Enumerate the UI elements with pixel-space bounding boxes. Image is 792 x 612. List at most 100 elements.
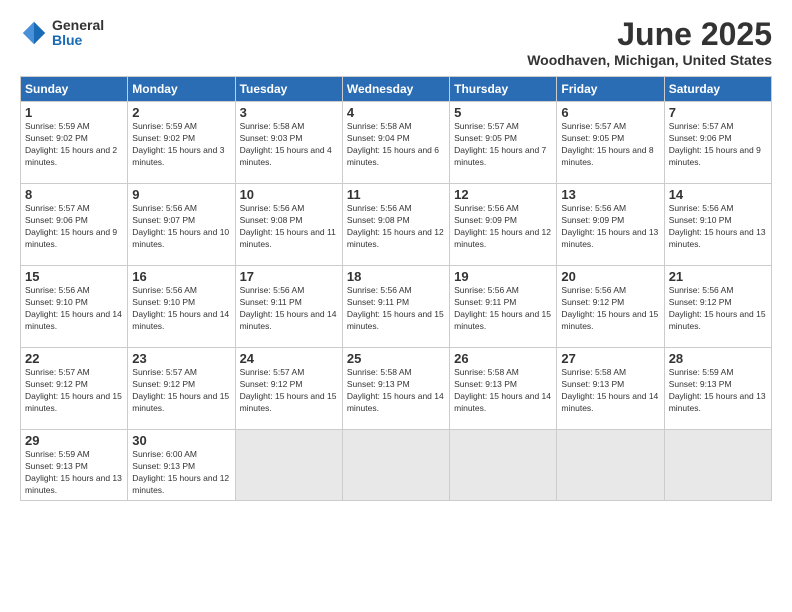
logo-text: General Blue bbox=[52, 18, 104, 49]
day-number-12: 12 bbox=[454, 187, 552, 202]
day-24: 24 Sunrise: 5:57 AMSunset: 9:12 PMDaylig… bbox=[235, 348, 342, 430]
day-19: 19 Sunrise: 5:56 AMSunset: 9:11 PMDaylig… bbox=[450, 266, 557, 348]
day-number-3: 3 bbox=[240, 105, 338, 120]
month-title: June 2025 bbox=[527, 18, 772, 50]
week-row-1: 1 Sunrise: 5:59 AMSunset: 9:02 PMDayligh… bbox=[21, 102, 772, 184]
day-number-27: 27 bbox=[561, 351, 659, 366]
day-info-14: Sunrise: 5:56 AMSunset: 9:10 PMDaylight:… bbox=[669, 203, 767, 251]
day-number-29: 29 bbox=[25, 433, 123, 448]
day-16: 16 Sunrise: 5:56 AMSunset: 9:10 PMDaylig… bbox=[128, 266, 235, 348]
day-number-5: 5 bbox=[454, 105, 552, 120]
day-number-2: 2 bbox=[132, 105, 230, 120]
header-thursday: Thursday bbox=[450, 77, 557, 102]
day-info-9: Sunrise: 5:56 AMSunset: 9:07 PMDaylight:… bbox=[132, 203, 230, 251]
day-number-4: 4 bbox=[347, 105, 445, 120]
header-friday: Friday bbox=[557, 77, 664, 102]
logo: General Blue bbox=[20, 18, 104, 49]
logo-icon bbox=[20, 19, 48, 47]
header-tuesday: Tuesday bbox=[235, 77, 342, 102]
day-18: 18 Sunrise: 5:56 AMSunset: 9:11 PMDaylig… bbox=[342, 266, 449, 348]
day-number-28: 28 bbox=[669, 351, 767, 366]
day-info-3: Sunrise: 5:58 AMSunset: 9:03 PMDaylight:… bbox=[240, 121, 338, 169]
day-30: 30 Sunrise: 6:00 AMSunset: 9:13 PMDaylig… bbox=[128, 430, 235, 501]
day-number-10: 10 bbox=[240, 187, 338, 202]
day-info-5: Sunrise: 5:57 AMSunset: 9:05 PMDaylight:… bbox=[454, 121, 552, 169]
day-26: 26 Sunrise: 5:58 AMSunset: 9:13 PMDaylig… bbox=[450, 348, 557, 430]
header: General Blue June 2025 Woodhaven, Michig… bbox=[20, 18, 772, 68]
day-28: 28 Sunrise: 5:59 AMSunset: 9:13 PMDaylig… bbox=[664, 348, 771, 430]
day-info-21: Sunrise: 5:56 AMSunset: 9:12 PMDaylight:… bbox=[669, 285, 767, 333]
day-number-20: 20 bbox=[561, 269, 659, 284]
day-info-30: Sunrise: 6:00 AMSunset: 9:13 PMDaylight:… bbox=[132, 449, 230, 497]
day-info-11: Sunrise: 5:56 AMSunset: 9:08 PMDaylight:… bbox=[347, 203, 445, 251]
header-saturday: Saturday bbox=[664, 77, 771, 102]
day-info-25: Sunrise: 5:58 AMSunset: 9:13 PMDaylight:… bbox=[347, 367, 445, 415]
title-area: June 2025 Woodhaven, Michigan, United St… bbox=[527, 18, 772, 68]
day-11: 11 Sunrise: 5:56 AMSunset: 9:08 PMDaylig… bbox=[342, 184, 449, 266]
day-23: 23 Sunrise: 5:57 AMSunset: 9:12 PMDaylig… bbox=[128, 348, 235, 430]
week-row-2: 8 Sunrise: 5:57 AMSunset: 9:06 PMDayligh… bbox=[21, 184, 772, 266]
day-number-14: 14 bbox=[669, 187, 767, 202]
day-number-11: 11 bbox=[347, 187, 445, 202]
day-info-20: Sunrise: 5:56 AMSunset: 9:12 PMDaylight:… bbox=[561, 285, 659, 333]
day-info-23: Sunrise: 5:57 AMSunset: 9:12 PMDaylight:… bbox=[132, 367, 230, 415]
day-info-29: Sunrise: 5:59 AMSunset: 9:13 PMDaylight:… bbox=[25, 449, 123, 497]
day-1: 1 Sunrise: 5:59 AMSunset: 9:02 PMDayligh… bbox=[21, 102, 128, 184]
day-29: 29 Sunrise: 5:59 AMSunset: 9:13 PMDaylig… bbox=[21, 430, 128, 501]
day-info-22: Sunrise: 5:57 AMSunset: 9:12 PMDaylight:… bbox=[25, 367, 123, 415]
day-number-18: 18 bbox=[347, 269, 445, 284]
day-number-7: 7 bbox=[669, 105, 767, 120]
day-info-26: Sunrise: 5:58 AMSunset: 9:13 PMDaylight:… bbox=[454, 367, 552, 415]
day-number-16: 16 bbox=[132, 269, 230, 284]
location-title: Woodhaven, Michigan, United States bbox=[527, 52, 772, 68]
day-number-17: 17 bbox=[240, 269, 338, 284]
day-info-13: Sunrise: 5:56 AMSunset: 9:09 PMDaylight:… bbox=[561, 203, 659, 251]
day-number-8: 8 bbox=[25, 187, 123, 202]
day-20: 20 Sunrise: 5:56 AMSunset: 9:12 PMDaylig… bbox=[557, 266, 664, 348]
day-info-7: Sunrise: 5:57 AMSunset: 9:06 PMDaylight:… bbox=[669, 121, 767, 169]
day-info-6: Sunrise: 5:57 AMSunset: 9:05 PMDaylight:… bbox=[561, 121, 659, 169]
empty-cell-5 bbox=[664, 430, 771, 501]
day-5: 5 Sunrise: 5:57 AMSunset: 9:05 PMDayligh… bbox=[450, 102, 557, 184]
day-info-16: Sunrise: 5:56 AMSunset: 9:10 PMDaylight:… bbox=[132, 285, 230, 333]
calendar-table: Sunday Monday Tuesday Wednesday Thursday… bbox=[20, 76, 772, 501]
day-number-13: 13 bbox=[561, 187, 659, 202]
day-info-24: Sunrise: 5:57 AMSunset: 9:12 PMDaylight:… bbox=[240, 367, 338, 415]
day-17: 17 Sunrise: 5:56 AMSunset: 9:11 PMDaylig… bbox=[235, 266, 342, 348]
day-number-23: 23 bbox=[132, 351, 230, 366]
day-15: 15 Sunrise: 5:56 AMSunset: 9:10 PMDaylig… bbox=[21, 266, 128, 348]
day-info-19: Sunrise: 5:56 AMSunset: 9:11 PMDaylight:… bbox=[454, 285, 552, 333]
day-number-1: 1 bbox=[25, 105, 123, 120]
day-2: 2 Sunrise: 5:59 AMSunset: 9:02 PMDayligh… bbox=[128, 102, 235, 184]
day-number-6: 6 bbox=[561, 105, 659, 120]
empty-cell-3 bbox=[450, 430, 557, 501]
day-info-4: Sunrise: 5:58 AMSunset: 9:04 PMDaylight:… bbox=[347, 121, 445, 169]
day-4: 4 Sunrise: 5:58 AMSunset: 9:04 PMDayligh… bbox=[342, 102, 449, 184]
day-21: 21 Sunrise: 5:56 AMSunset: 9:12 PMDaylig… bbox=[664, 266, 771, 348]
empty-cell-4 bbox=[557, 430, 664, 501]
day-info-27: Sunrise: 5:58 AMSunset: 9:13 PMDaylight:… bbox=[561, 367, 659, 415]
day-27: 27 Sunrise: 5:58 AMSunset: 9:13 PMDaylig… bbox=[557, 348, 664, 430]
day-25: 25 Sunrise: 5:58 AMSunset: 9:13 PMDaylig… bbox=[342, 348, 449, 430]
header-wednesday: Wednesday bbox=[342, 77, 449, 102]
header-sunday: Sunday bbox=[21, 77, 128, 102]
day-14: 14 Sunrise: 5:56 AMSunset: 9:10 PMDaylig… bbox=[664, 184, 771, 266]
day-number-9: 9 bbox=[132, 187, 230, 202]
week-row-5: 29 Sunrise: 5:59 AMSunset: 9:13 PMDaylig… bbox=[21, 430, 772, 501]
day-number-24: 24 bbox=[240, 351, 338, 366]
day-7: 7 Sunrise: 5:57 AMSunset: 9:06 PMDayligh… bbox=[664, 102, 771, 184]
empty-cell-2 bbox=[342, 430, 449, 501]
logo-blue: Blue bbox=[52, 33, 104, 48]
day-6: 6 Sunrise: 5:57 AMSunset: 9:05 PMDayligh… bbox=[557, 102, 664, 184]
day-number-22: 22 bbox=[25, 351, 123, 366]
day-10: 10 Sunrise: 5:56 AMSunset: 9:08 PMDaylig… bbox=[235, 184, 342, 266]
day-info-10: Sunrise: 5:56 AMSunset: 9:08 PMDaylight:… bbox=[240, 203, 338, 251]
day-number-19: 19 bbox=[454, 269, 552, 284]
day-9: 9 Sunrise: 5:56 AMSunset: 9:07 PMDayligh… bbox=[128, 184, 235, 266]
day-info-28: Sunrise: 5:59 AMSunset: 9:13 PMDaylight:… bbox=[669, 367, 767, 415]
header-monday: Monday bbox=[128, 77, 235, 102]
day-info-18: Sunrise: 5:56 AMSunset: 9:11 PMDaylight:… bbox=[347, 285, 445, 333]
day-22: 22 Sunrise: 5:57 AMSunset: 9:12 PMDaylig… bbox=[21, 348, 128, 430]
week-row-3: 15 Sunrise: 5:56 AMSunset: 9:10 PMDaylig… bbox=[21, 266, 772, 348]
day-info-8: Sunrise: 5:57 AMSunset: 9:06 PMDaylight:… bbox=[25, 203, 123, 251]
